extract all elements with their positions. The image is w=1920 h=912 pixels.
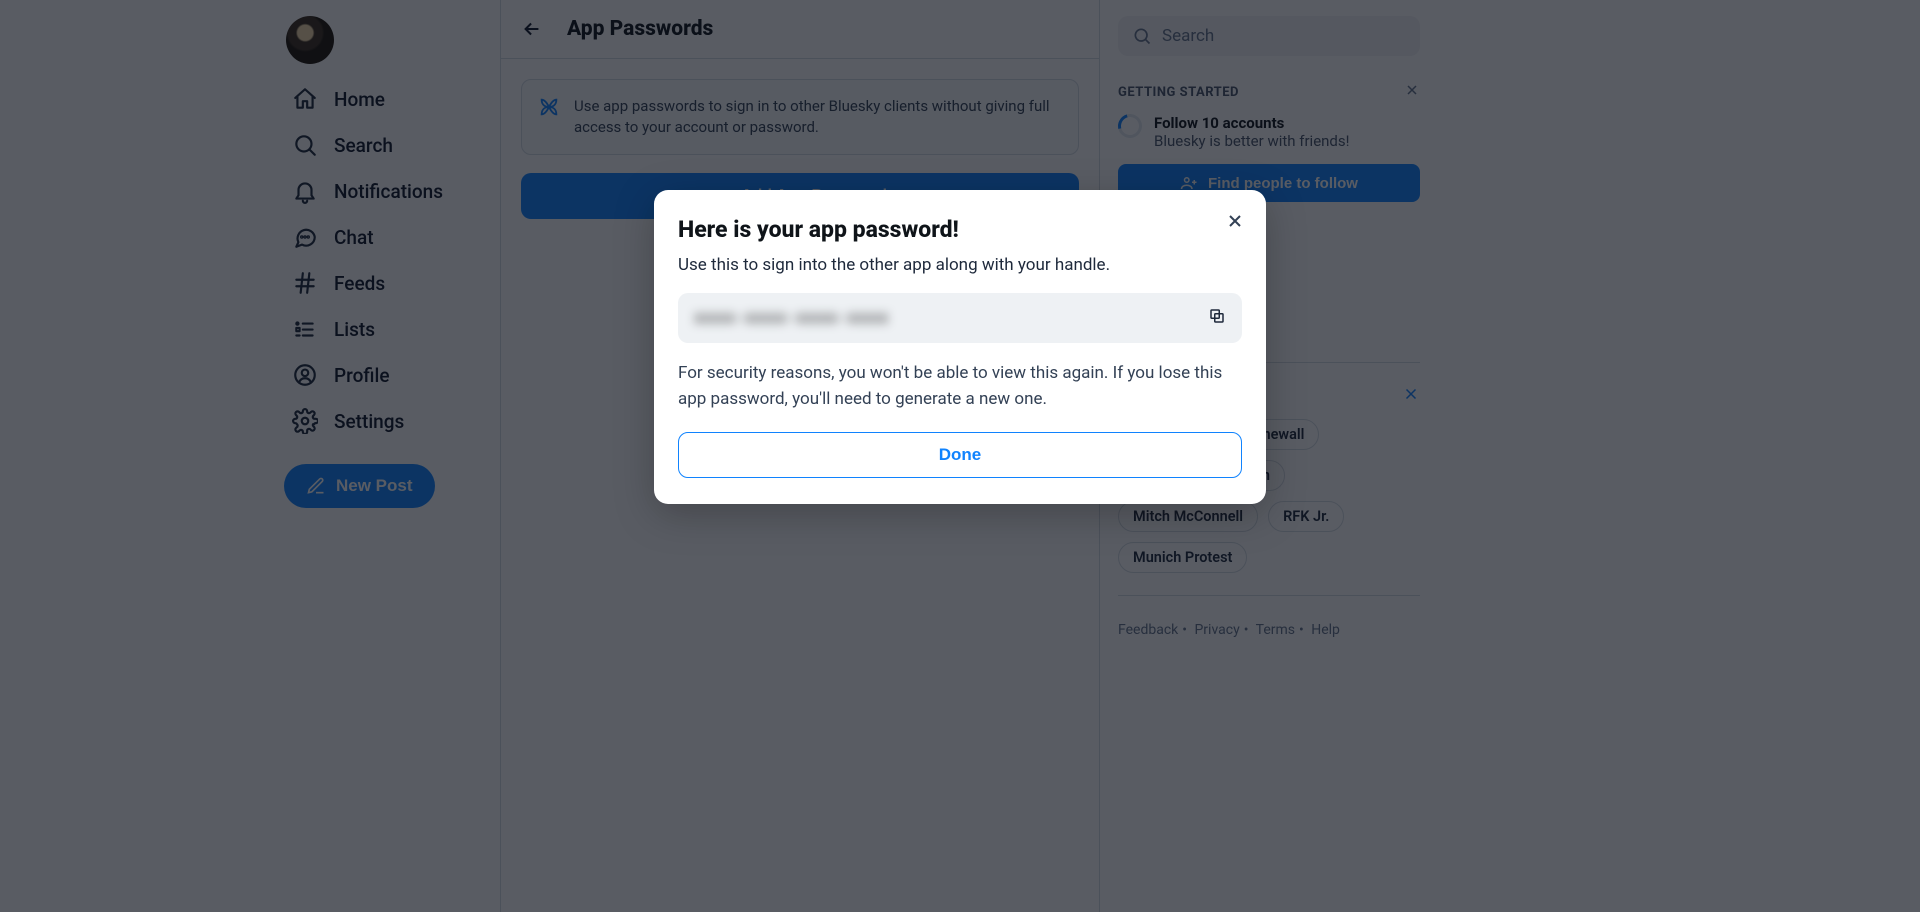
copy-icon	[1208, 307, 1226, 325]
modal-subtitle: Use this to sign into the other app alon…	[678, 255, 1242, 275]
password-value: xxxx-xxxx-xxxx-xxxx	[694, 308, 888, 328]
modal-title: Here is your app password!	[678, 216, 1242, 243]
password-field[interactable]: xxxx-xxxx-xxxx-xxxx	[678, 293, 1242, 343]
done-label: Done	[939, 445, 982, 464]
done-button[interactable]: Done	[678, 432, 1242, 478]
modal-warning: For security reasons, you won't be able …	[678, 361, 1242, 412]
modal-close-button[interactable]	[1220, 206, 1250, 236]
modal-overlay[interactable]: Here is your app password! Use this to s…	[0, 0, 1920, 912]
close-icon	[1225, 211, 1245, 231]
app-password-modal: Here is your app password! Use this to s…	[654, 190, 1266, 504]
copy-button[interactable]	[1208, 307, 1226, 329]
